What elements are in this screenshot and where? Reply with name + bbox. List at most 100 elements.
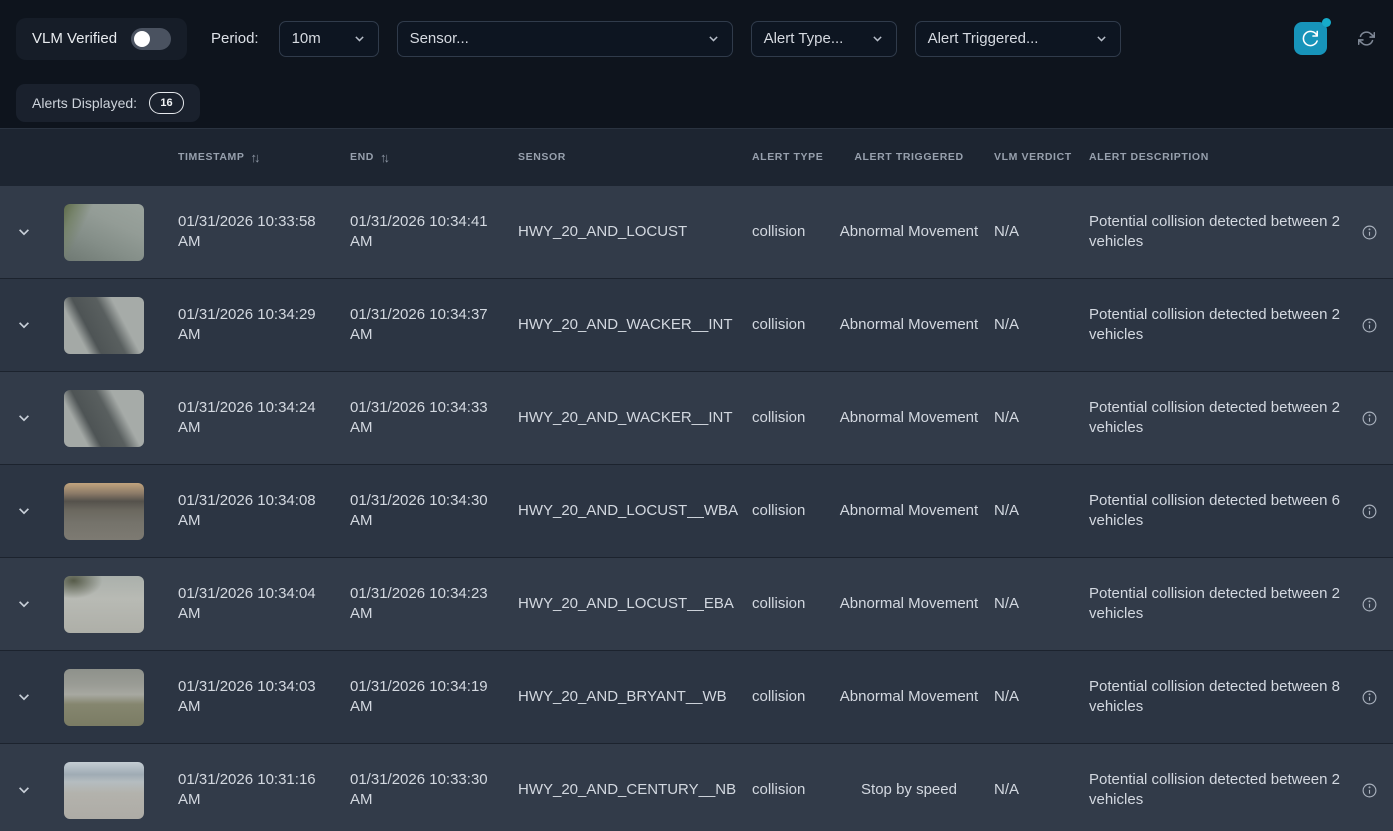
expand-row-button[interactable] <box>0 783 48 797</box>
row-info-button[interactable] <box>1345 317 1393 334</box>
timestamp-cell: 01/31/2026 10:34:24 AM <box>160 398 340 439</box>
table-row: 01/31/2026 10:34:29 AM 01/31/2026 10:34:… <box>0 279 1393 372</box>
alert-triggered-cell: Stop by speed <box>834 780 984 800</box>
alert-description-cell: Potential collision detected between 2 v… <box>1079 305 1345 346</box>
expand-row-button[interactable] <box>0 504 48 518</box>
vlm-verdict-cell: N/A <box>984 408 1079 428</box>
expand-row-button[interactable] <box>0 690 48 704</box>
column-header-timestamp: Timestamp ↑↓ <box>160 148 340 168</box>
table-row: 01/31/2026 10:34:24 AM 01/31/2026 10:34:… <box>0 372 1393 465</box>
chevron-down-icon <box>707 32 720 45</box>
chevron-down-icon <box>17 597 31 611</box>
camera-thumbnail[interactable] <box>64 483 144 540</box>
chevron-down-icon <box>17 225 31 239</box>
period-select[interactable]: 10m <box>279 21 379 57</box>
alert-type-cell: collision <box>742 408 834 428</box>
camera-thumbnail[interactable] <box>64 204 144 261</box>
camera-thumbnail[interactable] <box>64 390 144 447</box>
vlm-verdict-cell: N/A <box>984 222 1079 242</box>
alert-description-cell: Potential collision detected between 2 v… <box>1079 770 1345 811</box>
alert-description-cell: Potential collision detected between 6 v… <box>1079 491 1345 532</box>
expand-row-button[interactable] <box>0 318 48 332</box>
column-header-alert-type: Alert Type <box>742 150 834 166</box>
camera-thumbnail[interactable] <box>64 576 144 633</box>
sensor-cell: HWY_20_AND_BRYANT__WB <box>508 687 742 707</box>
alert-triggered-cell: Abnormal Movement <box>834 501 984 521</box>
column-header-alert-description: Alert Description <box>1079 150 1345 166</box>
rerun-scan-button[interactable] <box>1294 22 1327 55</box>
sensor-select[interactable]: Sensor... <box>397 21 733 57</box>
table-row: 01/31/2026 10:31:16 AM 01/31/2026 10:33:… <box>0 744 1393 831</box>
row-info-button[interactable] <box>1345 596 1393 613</box>
camera-thumbnail[interactable] <box>64 762 144 819</box>
column-header-vlm-verdict: VLM Verdict <box>984 150 1079 166</box>
alert-triggered-select[interactable]: Alert Triggered... <box>915 21 1121 57</box>
chevron-down-icon <box>353 32 366 45</box>
alert-type-select-value: Alert Type... <box>764 30 844 47</box>
period-label: Period: <box>211 30 259 47</box>
table-row: 01/31/2026 10:33:58 AM 01/31/2026 10:34:… <box>0 186 1393 279</box>
vlm-verified-label: VLM Verified <box>32 30 117 47</box>
end-cell: 01/31/2026 10:34:37 AM <box>340 305 508 346</box>
timestamp-cell: 01/31/2026 10:34:04 AM <box>160 584 340 625</box>
notification-dot <box>1322 18 1331 27</box>
vlm-verdict-cell: N/A <box>984 594 1079 614</box>
top-toolbar: VLM Verified Period: 10m Sensor... Alert… <box>0 0 1393 77</box>
vlm-verified-toggle[interactable] <box>131 28 171 50</box>
chevron-down-icon <box>17 783 31 797</box>
alert-triggered-select-value: Alert Triggered... <box>928 30 1039 47</box>
refresh-button[interactable] <box>1355 28 1377 50</box>
sensor-cell: HWY_20_AND_WACKER__INT <box>508 315 742 335</box>
chevron-down-icon <box>17 318 31 332</box>
chevron-down-icon <box>17 411 31 425</box>
alert-type-cell: collision <box>742 315 834 335</box>
chevron-down-icon <box>17 690 31 704</box>
alert-triggered-cell: Abnormal Movement <box>834 408 984 428</box>
sensor-cell: HWY_20_AND_WACKER__INT <box>508 408 742 428</box>
alert-triggered-cell: Abnormal Movement <box>834 594 984 614</box>
toggle-knob <box>134 31 150 47</box>
info-circle-icon <box>1361 503 1378 520</box>
row-info-button[interactable] <box>1345 503 1393 520</box>
row-info-button[interactable] <box>1345 689 1393 706</box>
row-info-button[interactable] <box>1345 782 1393 799</box>
vlm-verified-control: VLM Verified <box>16 18 187 60</box>
table-header-row: Timestamp ↑↓ End ↑↓ Sensor Alert Type Al… <box>0 128 1393 186</box>
refresh-icon <box>1358 30 1375 47</box>
table-row: 01/31/2026 10:34:04 AM 01/31/2026 10:34:… <box>0 558 1393 651</box>
table-row: 01/31/2026 10:34:03 AM 01/31/2026 10:34:… <box>0 651 1393 744</box>
info-circle-icon <box>1361 410 1378 427</box>
info-circle-icon <box>1361 596 1378 613</box>
column-header-sensor: Sensor <box>508 150 742 166</box>
chevron-down-icon <box>17 504 31 518</box>
info-circle-icon <box>1361 317 1378 334</box>
row-info-button[interactable] <box>1345 410 1393 427</box>
chevron-down-icon <box>1095 32 1108 45</box>
info-circle-icon <box>1361 224 1378 241</box>
sensor-cell: HWY_20_AND_CENTURY__NB <box>508 780 742 800</box>
alert-triggered-cell: Abnormal Movement <box>834 222 984 242</box>
expand-row-button[interactable] <box>0 225 48 239</box>
sensor-cell: HWY_20_AND_LOCUST__EBA <box>508 594 742 614</box>
alert-type-cell: collision <box>742 780 834 800</box>
end-cell: 01/31/2026 10:34:41 AM <box>340 212 508 253</box>
table-row: 01/31/2026 10:34:08 AM 01/31/2026 10:34:… <box>0 465 1393 558</box>
vlm-verdict-cell: N/A <box>984 315 1079 335</box>
camera-thumbnail[interactable] <box>64 669 144 726</box>
vlm-verdict-cell: N/A <box>984 501 1079 521</box>
alert-type-cell: collision <box>742 687 834 707</box>
expand-row-button[interactable] <box>0 411 48 425</box>
alert-type-cell: collision <box>742 594 834 614</box>
info-circle-icon <box>1361 782 1378 799</box>
sort-icon[interactable]: ↑↓ <box>250 148 260 168</box>
period-select-value: 10m <box>292 30 321 47</box>
sort-icon[interactable]: ↑↓ <box>380 148 390 168</box>
camera-thumbnail[interactable] <box>64 297 144 354</box>
chevron-down-icon <box>871 32 884 45</box>
expand-row-button[interactable] <box>0 597 48 611</box>
alert-type-select[interactable]: Alert Type... <box>751 21 897 57</box>
alert-triggered-cell: Abnormal Movement <box>834 315 984 335</box>
vlm-verdict-cell: N/A <box>984 687 1079 707</box>
alert-description-cell: Potential collision detected between 2 v… <box>1079 584 1345 625</box>
row-info-button[interactable] <box>1345 224 1393 241</box>
